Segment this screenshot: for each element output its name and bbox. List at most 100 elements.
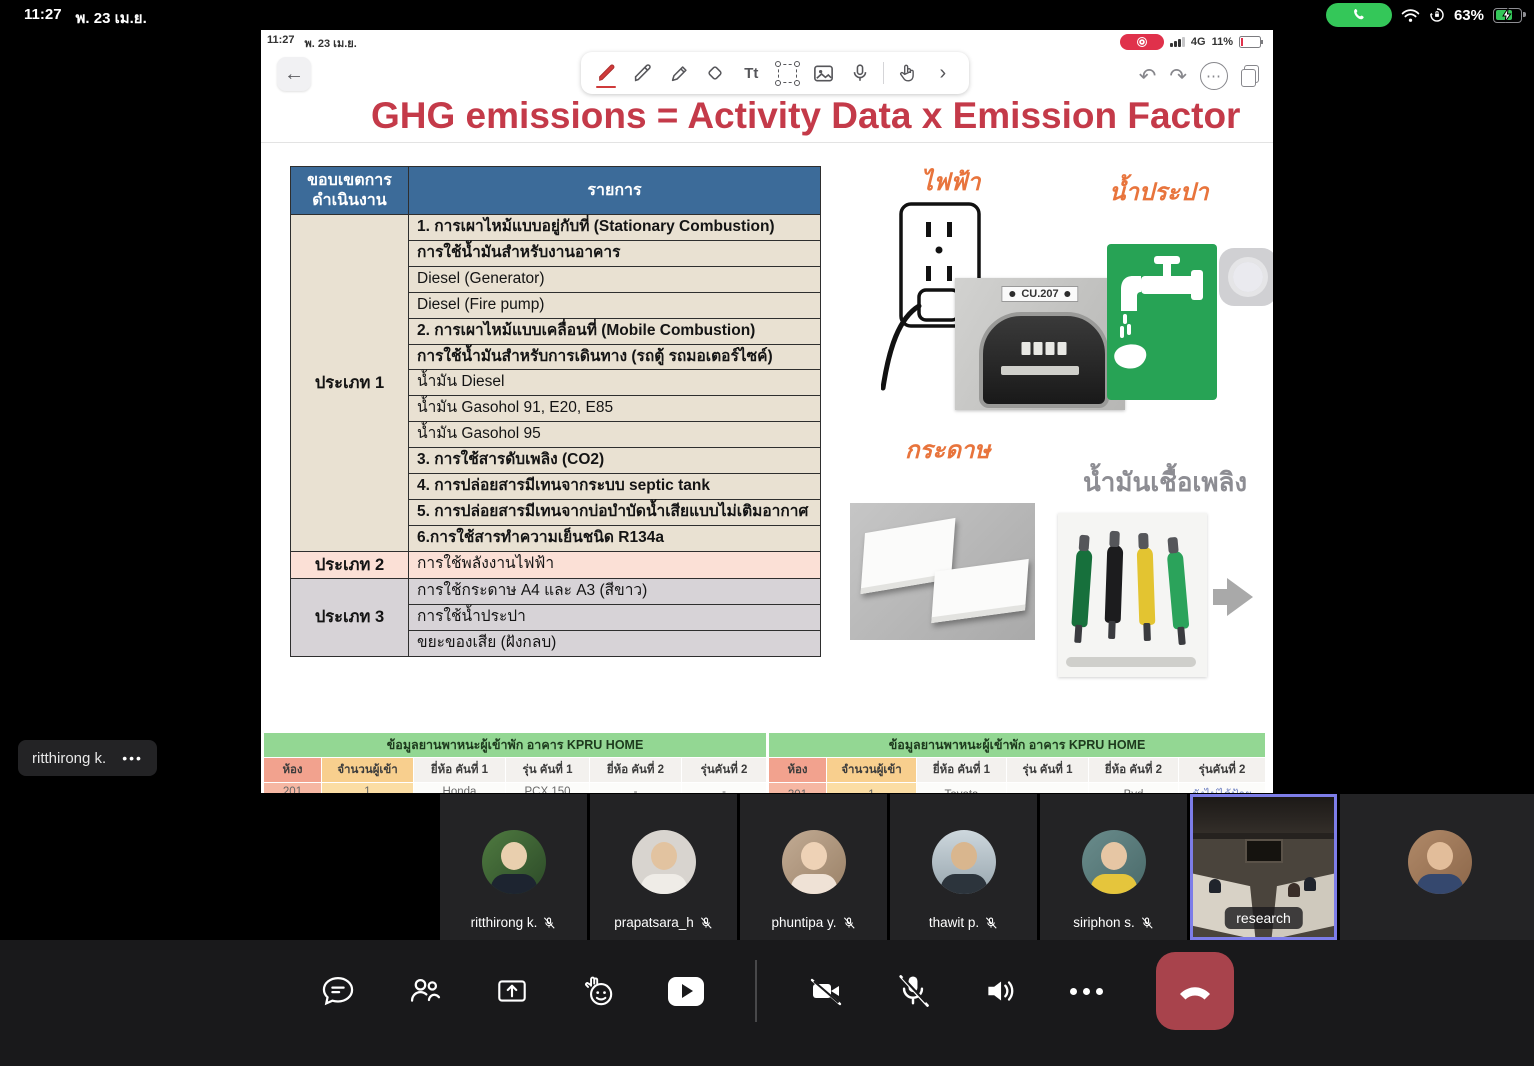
toolbar-expand-button[interactable]: ›: [930, 58, 956, 88]
lasso-select-tool-button[interactable]: [774, 58, 800, 88]
faucet-icon: [1107, 244, 1217, 400]
active-call-pill[interactable]: [1326, 3, 1392, 27]
wifi-icon: [1401, 8, 1420, 23]
table-row: การใช้น้ำประปา: [409, 604, 821, 630]
participant-tile-active-speaker[interactable]: research: [1190, 794, 1337, 940]
highlighter-tool-button[interactable]: [666, 58, 692, 88]
mic-off-button[interactable]: [895, 973, 931, 1009]
controls-divider: [755, 960, 757, 1022]
table-row: 4. การปล่อยสารมีเทนจากระบบ septic tank: [409, 474, 821, 500]
meter-digits: [1022, 342, 1067, 355]
pen-tool-button[interactable]: [594, 58, 620, 88]
meter-tag: CU.207: [1001, 286, 1078, 302]
participant-strip: ritthirong k. prapatsara_h phuntipa y. t…: [440, 794, 1534, 940]
table-row: การใช้กระดาษ A4 และ A3 (สีขาว): [409, 578, 821, 604]
table-row: Diesel (Generator): [409, 266, 821, 292]
pencil-tool-button[interactable]: [630, 58, 656, 88]
assistive-touch-button[interactable]: [1219, 248, 1273, 306]
participant-tile[interactable]: [1340, 794, 1534, 940]
redo-icon: ↷: [1169, 65, 1187, 88]
insert-image-button[interactable]: [811, 58, 837, 88]
redo-button[interactable]: ↷: [1169, 64, 1187, 89]
participants-button[interactable]: [407, 973, 443, 1009]
participant-tile[interactable]: phuntipa y.: [740, 794, 887, 940]
battery-icon: [1493, 8, 1522, 23]
more-options-button[interactable]: ⋯: [1200, 62, 1228, 90]
text-tool-icon: Tt: [744, 65, 758, 82]
shared-device-status: 11:27 พ. 23 เม.ย.: [267, 34, 357, 52]
scope-column-header: ขอบเขตการดำเนินงาน: [291, 167, 409, 215]
speaker-button[interactable]: [982, 973, 1018, 1009]
table-row: Diesel (Fire pump): [409, 292, 821, 318]
electric-meter-photo: CU.207: [955, 278, 1125, 410]
selection-box-icon: [778, 64, 797, 83]
end-call-handset-icon: [1173, 969, 1217, 1013]
fuel-nozzle: [1071, 549, 1092, 628]
cell: Honda: [414, 783, 506, 794]
status-date: พ. 23 เม.ย.: [76, 6, 147, 30]
image-icon: [812, 62, 835, 85]
mic-off-icon: [842, 916, 856, 930]
avatar: [932, 830, 996, 894]
text-tool-button[interactable]: Tt: [738, 58, 764, 88]
record-dot-icon: [1137, 37, 1147, 47]
table-row: น้ำมัน Gasohol 91, E20, E85: [409, 396, 821, 422]
participant-menu-button[interactable]: •••: [122, 750, 143, 766]
header-cell: รุ่นคันที่ 2: [682, 758, 767, 783]
undo-button[interactable]: ↶: [1139, 64, 1157, 89]
slide-title: GHG emissions = Activity Data x Emission…: [371, 95, 1161, 137]
screw-icon: [1065, 291, 1071, 297]
back-arrow-icon: ←: [284, 63, 304, 86]
water-label: น้ำประปา: [1109, 172, 1209, 211]
eraser-tool-button[interactable]: [702, 58, 728, 88]
chat-button[interactable]: [320, 973, 356, 1009]
table-row: 1. การเผาไหม้แบบอยู่กับที่ (Stationary C…: [409, 215, 821, 241]
participant-tile[interactable]: siriphon s.: [1040, 794, 1187, 940]
ellipsis-icon: [1070, 988, 1103, 995]
pinned-participant-label[interactable]: ritthirong k. •••: [18, 740, 157, 776]
vehicle-table-title: ข้อมูลยานพาหนะผู้เข้าพัก อาคาร KPRU HOME: [264, 733, 767, 758]
participant-name: thawit p.: [929, 915, 979, 930]
scope3-label: ประเภท 3: [291, 578, 409, 656]
screen-share-view: 11:27 พ. 23 เม.ย. 4G 11% ← GHG emissions…: [261, 30, 1273, 793]
ellipsis-icon: ⋯: [1206, 67, 1222, 85]
header-cell: จำนวนผู้เข้า: [827, 758, 917, 783]
annotation-toolbar: Tt ›: [581, 52, 969, 94]
scope1-label: ประเภท 1: [291, 215, 409, 552]
participant-name: phuntipa y.: [771, 915, 836, 930]
microphone-icon: [849, 62, 871, 84]
youtube-button[interactable]: [668, 973, 704, 1009]
avatar: [482, 830, 546, 894]
table-row: น้ำมัน Diesel: [409, 370, 821, 396]
mic-off-icon: [984, 916, 998, 930]
device-status-bar: 11:27 พ. 23 เม.ย. 63%: [0, 0, 1534, 30]
cell: Toyota: [917, 783, 1007, 794]
header-cell: รุ่น คันที่ 1: [506, 758, 590, 783]
recording-indicator[interactable]: [1120, 34, 1164, 50]
toolbar-divider: [883, 62, 884, 84]
header-cell: รุ่น คันที่ 1: [1007, 758, 1089, 783]
shared-status-right: 4G 11%: [1120, 34, 1261, 50]
status-time: 11:27: [24, 6, 62, 30]
ghg-scope-table: ขอบเขตการดำเนินงาน รายการ ประเภท 1 1. กา…: [290, 166, 821, 657]
end-call-button[interactable]: [1156, 952, 1234, 1030]
pages-button[interactable]: [1241, 65, 1259, 87]
participant-tile[interactable]: ritthirong k.: [440, 794, 587, 940]
share-screen-button[interactable]: [494, 973, 530, 1009]
camera-off-button[interactable]: [808, 973, 844, 1009]
screw-icon: [1009, 291, 1015, 297]
gesture-tool-button[interactable]: [894, 58, 920, 88]
table-row: 2. การเผาไหม้แบบเคลื่อนที่ (Mobile Combu…: [409, 318, 821, 344]
more-controls-button[interactable]: [1069, 973, 1105, 1009]
reactions-button[interactable]: [581, 973, 617, 1009]
cell: ยังไม่ได้ป้าย: [1179, 783, 1266, 794]
participant-tile[interactable]: prapatsara_h: [590, 794, 737, 940]
cell: 1: [827, 783, 917, 794]
back-button[interactable]: ←: [277, 57, 311, 91]
pump-base: [1066, 657, 1196, 667]
participant-name: siriphon s.: [1073, 915, 1135, 930]
audio-record-button[interactable]: [847, 58, 873, 88]
vehicle-table-title: ข้อมูลยานพาหนะผู้เข้าพัก อาคาร KPRU HOME: [769, 733, 1266, 758]
participant-tile[interactable]: thawit p.: [890, 794, 1037, 940]
raise-hand-reaction-icon: [581, 972, 617, 1010]
